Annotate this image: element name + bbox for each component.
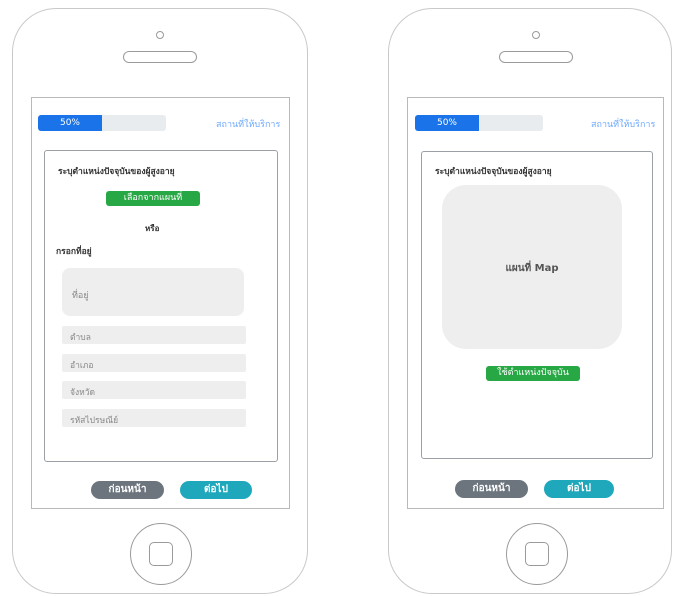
map-label: แผนที่ Map bbox=[505, 263, 559, 274]
camera-dot bbox=[156, 31, 164, 39]
form-screen: 50% สถานที่ให้บริการ ระบุตำแหน่งปัจจุบัน… bbox=[31, 97, 290, 509]
progress-bar: 50% bbox=[415, 115, 543, 131]
subdistrict-placeholder: ตำบล bbox=[70, 333, 91, 343]
back-button[interactable]: ก่อนหน้า bbox=[91, 481, 164, 499]
camera-dot bbox=[532, 31, 540, 39]
home-square-icon bbox=[149, 542, 173, 566]
location-card: ระบุตำแหน่งปัจจุบันของผู้สูงอายุ เลือกจา… bbox=[44, 150, 278, 462]
service-location-link[interactable]: สถานที่ให้บริการ bbox=[216, 117, 280, 131]
service-location-link[interactable]: สถานที่ให้บริการ bbox=[591, 117, 655, 131]
address-placeholder: ที่อยู่ bbox=[72, 291, 89, 301]
speaker-slot bbox=[123, 51, 197, 63]
home-button[interactable] bbox=[506, 523, 568, 585]
province-placeholder: จังหวัด bbox=[70, 388, 96, 398]
use-current-location-button[interactable]: ใช้ตำแหน่งปัจจุบัน bbox=[486, 366, 580, 381]
phone-frame-form: 50% สถานที่ให้บริการ ระบุตำแหน่งปัจจุบัน… bbox=[12, 8, 308, 594]
next-button[interactable]: ต่อไป bbox=[544, 480, 614, 498]
phone-frame-map: 50% สถานที่ให้บริการ ระบุตำแหน่งปัจจุบัน… bbox=[388, 8, 672, 594]
or-label: หรือ bbox=[145, 224, 160, 233]
map-card: ระบุตำแหน่งปัจจุบันของผู้สูงอายุ แผนที่ … bbox=[421, 151, 653, 459]
home-square-icon bbox=[525, 542, 549, 566]
progress-fill: 50% bbox=[38, 115, 102, 131]
address-section-label: กรอกที่อยู่ bbox=[56, 247, 92, 257]
card-title: ระบุตำแหน่งปัจจุบันของผู้สูงอายุ bbox=[58, 167, 175, 177]
district-placeholder: อำเภอ bbox=[70, 361, 94, 371]
select-from-map-button[interactable]: เลือกจากแผนที่ bbox=[106, 191, 200, 206]
progress-fill: 50% bbox=[415, 115, 479, 131]
back-button[interactable]: ก่อนหน้า bbox=[455, 480, 528, 498]
next-button[interactable]: ต่อไป bbox=[180, 481, 252, 499]
map-screen: 50% สถานที่ให้บริการ ระบุตำแหน่งปัจจุบัน… bbox=[407, 97, 664, 509]
postal-code-field[interactable]: รหัสไปรษณีย์ bbox=[62, 409, 246, 427]
address-textarea[interactable]: ที่อยู่ bbox=[62, 268, 244, 316]
home-button[interactable] bbox=[130, 523, 192, 585]
province-field[interactable]: จังหวัด bbox=[62, 381, 246, 399]
district-field[interactable]: อำเภอ bbox=[62, 354, 246, 372]
speaker-slot bbox=[499, 51, 573, 63]
progress-bar: 50% bbox=[38, 115, 166, 131]
map-area[interactable]: แผนที่ Map bbox=[442, 185, 622, 349]
postal-code-placeholder: รหัสไปรษณีย์ bbox=[70, 416, 119, 426]
card-title: ระบุตำแหน่งปัจจุบันของผู้สูงอายุ bbox=[435, 167, 552, 177]
subdistrict-field[interactable]: ตำบล bbox=[62, 326, 246, 344]
